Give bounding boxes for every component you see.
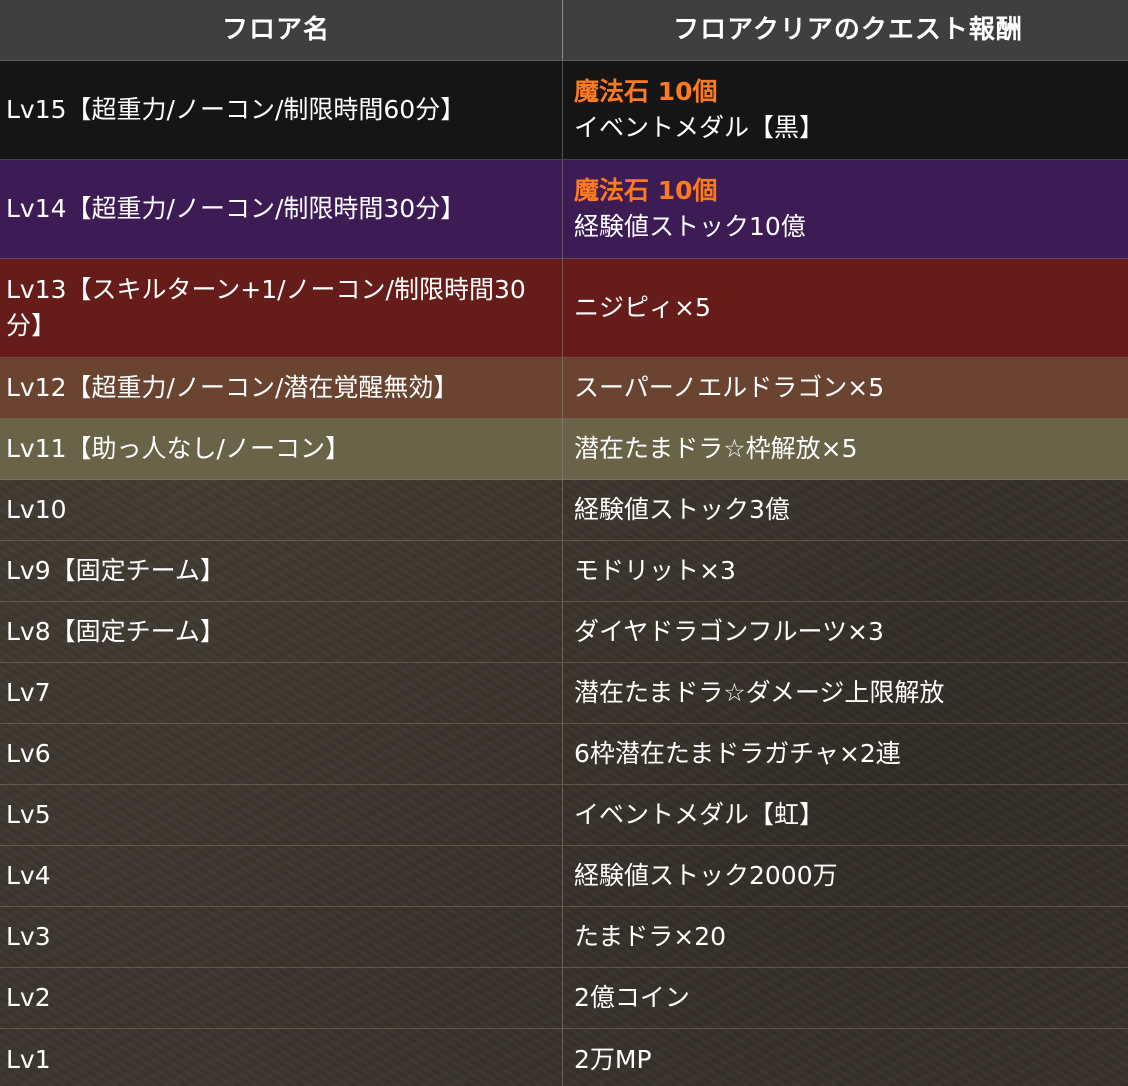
floor-name: Lv8【固定チーム】 [6, 617, 225, 646]
table-row: Lv4 経験値ストック2000万 [0, 846, 1128, 907]
table-row: Lv1 2万MP [0, 1029, 1128, 1086]
floor-name: Lv12【超重力/ノーコン/潜在覚醒無効】 [6, 373, 459, 402]
reward-text: 2万MP [562, 1029, 1128, 1086]
reward-text: スーパーノエルドラゴン×5 [562, 358, 1128, 418]
table-row: Lv13【スキルターン+1/ノーコン/制限時間30分】 ニジピィ×5 [0, 259, 1128, 358]
reward-table: フロア名 フロアクリアのクエスト報酬 Lv15【超重力/ノーコン/制限時間60分… [0, 0, 1128, 1086]
reward-text: イベントメダル【虹】 [562, 785, 1128, 845]
reward-text: ダイヤドラゴンフルーツ×3 [562, 602, 1128, 662]
reward-text: モドリット×3 [562, 541, 1128, 601]
reward-cell: 魔法石 10個 イベントメダル【黒】 [562, 61, 1128, 159]
floor-name: Lv2 [6, 983, 51, 1012]
table-row: Lv2 2億コイン [0, 968, 1128, 1029]
floor-name: Lv3 [6, 922, 51, 951]
floor-name: Lv1 [6, 1044, 51, 1074]
reward-text: 6枠潜在たまドラガチャ×2連 [562, 724, 1128, 784]
reward-text: 潜在たまドラ☆枠解放×5 [562, 419, 1128, 479]
floor-name: Lv4 [6, 861, 51, 890]
table-row: Lv8【固定チーム】 ダイヤドラゴンフルーツ×3 [0, 602, 1128, 663]
table-row: Lv5 イベントメダル【虹】 [0, 785, 1128, 846]
table-row: Lv12【超重力/ノーコン/潜在覚醒無効】 スーパーノエルドラゴン×5 [0, 358, 1128, 419]
reward-text: 経験値ストック3億 [562, 480, 1128, 540]
reward-text: 経験値ストック10億 [574, 212, 806, 241]
table-row: Lv3 たまドラ×20 [0, 907, 1128, 968]
table-row: Lv10 経験値ストック3億 [0, 480, 1128, 541]
reward-text: 2億コイン [562, 968, 1128, 1028]
table-row: Lv7 潜在たまドラ☆ダメージ上限解放 [0, 663, 1128, 724]
reward-text: たまドラ×20 [562, 907, 1128, 967]
table-row: Lv15【超重力/ノーコン/制限時間60分】 魔法石 10個 イベントメダル【黒… [0, 61, 1128, 160]
floor-name: Lv11【助っ人なし/ノーコン】 [6, 434, 350, 463]
reward-cell: 魔法石 10個 経験値ストック10億 [562, 160, 1128, 258]
reward-text: 潜在たまドラ☆ダメージ上限解放 [562, 663, 1128, 723]
reward-magic-stone: 魔法石 10個 [574, 176, 718, 205]
header-floor-name: フロア名 [221, 15, 330, 45]
floor-name: Lv14【超重力/ノーコン/制限時間30分】 [6, 194, 466, 223]
floor-name: Lv5 [6, 800, 51, 829]
reward-text: ニジピィ×5 [562, 259, 1128, 357]
floor-name: Lv10 [6, 495, 67, 524]
header-clear-reward: フロアクリアのクエスト報酬 [562, 0, 1128, 60]
table-header: フロア名 フロアクリアのクエスト報酬 [0, 0, 1128, 61]
floor-name: Lv15【超重力/ノーコン/制限時間60分】 [6, 95, 466, 124]
reward-magic-stone: 魔法石 10個 [574, 77, 718, 106]
table-row: Lv11【助っ人なし/ノーコン】 潜在たまドラ☆枠解放×5 [0, 419, 1128, 480]
floor-name: Lv7 [6, 678, 51, 707]
reward-text: 経験値ストック2000万 [562, 846, 1128, 906]
table-row: Lv6 6枠潜在たまドラガチャ×2連 [0, 724, 1128, 785]
floor-name: Lv9【固定チーム】 [6, 556, 225, 585]
table-row: Lv9【固定チーム】 モドリット×3 [0, 541, 1128, 602]
table-row: Lv14【超重力/ノーコン/制限時間30分】 魔法石 10個 経験値ストック10… [0, 160, 1128, 259]
floor-name: Lv6 [6, 739, 51, 768]
floor-name: Lv13【スキルターン+1/ノーコン/制限時間30分】 [6, 275, 526, 340]
reward-text: イベントメダル【黒】 [574, 113, 825, 142]
